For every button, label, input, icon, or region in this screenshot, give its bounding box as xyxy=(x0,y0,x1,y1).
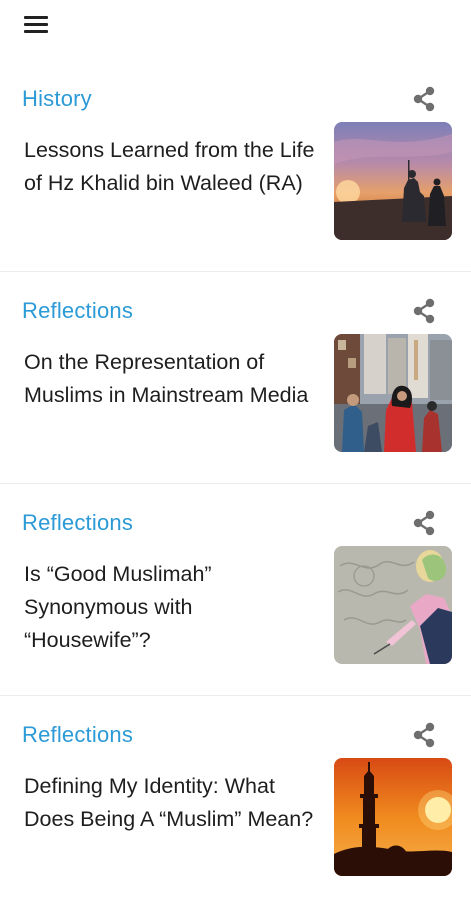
share-icon[interactable] xyxy=(409,84,439,114)
hamburger-menu-icon[interactable] xyxy=(14,6,58,42)
article-title[interactable]: Is “Good Muslimah” Synonymous with “Hous… xyxy=(24,558,320,657)
horsemen-at-sunset-image[interactable] xyxy=(334,122,452,240)
top-bar xyxy=(0,0,471,60)
women-on-street-image[interactable] xyxy=(334,334,452,452)
girl-drawing-in-sand-image[interactable] xyxy=(334,546,452,664)
article-category[interactable]: Reflections xyxy=(22,298,133,324)
article-card[interactable]: History Lessons Learned from the Life of… xyxy=(0,60,471,272)
article-category[interactable]: Reflections xyxy=(22,722,133,748)
menu-bar xyxy=(24,23,48,26)
article-card[interactable]: Reflections On the Representation of Mus… xyxy=(0,272,471,484)
minaret-at-sunset-image[interactable] xyxy=(334,758,452,876)
article-card[interactable]: Reflections Defining My Identity: What D… xyxy=(0,696,471,900)
share-icon[interactable] xyxy=(409,296,439,326)
article-title[interactable]: On the Representation of Muslims in Main… xyxy=(24,346,320,412)
article-title[interactable]: Lessons Learned from the Life of Hz Khal… xyxy=(24,134,320,200)
article-category[interactable]: Reflections xyxy=(22,510,133,536)
article-title[interactable]: Defining My Identity: What Does Being A … xyxy=(24,770,320,836)
share-icon[interactable] xyxy=(409,508,439,538)
app-screen: History Lessons Learned from the Life of… xyxy=(0,0,471,900)
menu-bar xyxy=(24,30,48,33)
share-icon[interactable] xyxy=(409,720,439,750)
article-card[interactable]: Reflections Is “Good Muslimah” Synonymou… xyxy=(0,484,471,696)
menu-bar xyxy=(24,16,48,19)
article-category[interactable]: History xyxy=(22,86,92,112)
